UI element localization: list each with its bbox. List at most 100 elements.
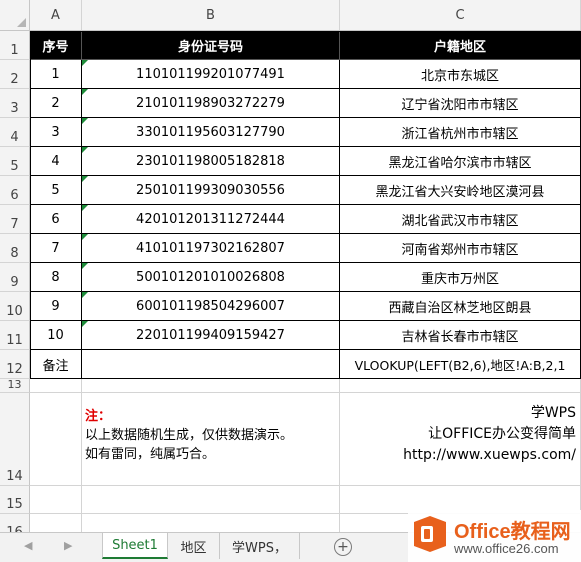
row-header-8[interactable]: 8 [0, 234, 30, 263]
scroll-tabs-right-icon[interactable]: ▶ [64, 539, 72, 552]
cell-id-number[interactable]: 420101201311272444 [82, 205, 340, 234]
note-text-block: 注： 以上数据随机生成，仅供数据演示。 如有雷同，纯属巧合。 [82, 393, 293, 464]
corner-triangle-icon [17, 18, 26, 27]
cell-region[interactable]: 浙江省杭州市市辖区 [340, 118, 581, 147]
cell-region[interactable]: 西藏自治区林芝地区朗县 [340, 292, 581, 321]
empty-cell[interactable] [30, 486, 82, 514]
empty-row: 13 [0, 379, 581, 393]
row-header-11[interactable]: 11 [0, 321, 30, 350]
cell-index[interactable]: 7 [30, 234, 82, 263]
note-line-1: 以上数据随机生成，仅供数据演示。 [85, 428, 294, 443]
cell-id-number-text: 210101198903272279 [136, 95, 285, 111]
select-all-corner[interactable] [0, 0, 30, 31]
text-number-indicator-icon [82, 147, 88, 153]
header-cell-id-number[interactable]: 身份证号码 [82, 31, 340, 60]
scroll-tabs-left-icon[interactable]: ◀ [24, 539, 32, 552]
row-header-9[interactable]: 9 [0, 263, 30, 292]
row-header-3[interactable]: 3 [0, 89, 30, 118]
cell-region[interactable]: 重庆市万州区 [340, 263, 581, 292]
table-row: 10 9 600101198504296007 西藏自治区林芝地区朗县 [0, 292, 581, 321]
cell-id-number[interactable]: 250101199309030556 [82, 176, 340, 205]
cell-index[interactable]: 2 [30, 89, 82, 118]
tab-sheet1[interactable]: Sheet1 [102, 533, 168, 559]
column-header-c[interactable]: C [340, 0, 581, 31]
tab-region[interactable]: 地区 [168, 533, 220, 559]
text-number-indicator-icon [82, 234, 88, 240]
tab-xuewps[interactable]: 学WPS， [220, 533, 300, 559]
brand-name: 学WPS [530, 405, 576, 421]
cell-id-number-text: 110101199201077491 [136, 66, 285, 82]
cell-region[interactable]: 湖北省武汉市市辖区 [340, 205, 581, 234]
cell-id-number-text: 250101199309030556 [136, 182, 285, 198]
header-cell-index[interactable]: 序号 [30, 31, 82, 60]
row-header-6[interactable]: 6 [0, 176, 30, 205]
row-header-15[interactable]: 15 [0, 486, 30, 514]
cell-index[interactable]: 10 [30, 321, 82, 350]
table-row: 8 7 410101197302162807 河南省郑州市市辖区 [0, 234, 581, 263]
empty-cell[interactable] [340, 379, 581, 393]
cell-remark-empty[interactable] [82, 350, 340, 379]
cell-index[interactable]: 5 [30, 176, 82, 205]
office-logo-icon [414, 516, 446, 552]
brand-text-block: 学WPS 让OFFICE办公变得简单 http://www.xuewps.com… [340, 393, 580, 466]
cell-id-number[interactable]: 230101198005182818 [82, 147, 340, 176]
column-header-b[interactable]: B [82, 0, 340, 31]
column-header-row: A B C [0, 0, 581, 31]
row-header-14[interactable]: 14 [0, 393, 30, 486]
row-header-10[interactable]: 10 [0, 292, 30, 321]
cell-index[interactable]: 8 [30, 263, 82, 292]
cell-id-number-text: 410101197302162807 [136, 240, 285, 256]
text-number-indicator-icon [82, 89, 88, 95]
row-header-2[interactable]: 2 [0, 60, 30, 89]
empty-cell[interactable] [82, 486, 340, 514]
watermark-url: www.office26.com [454, 541, 559, 556]
cell-id-number[interactable]: 600101198504296007 [82, 292, 340, 321]
cell-id-number-text: 420101201311272444 [136, 211, 285, 227]
cell-region[interactable]: 北京市东城区 [340, 60, 581, 89]
note-cell[interactable]: 注： 以上数据随机生成，仅供数据演示。 如有雷同，纯属巧合。 [82, 393, 340, 486]
row-header-1[interactable]: 1 [0, 31, 30, 60]
cell-index[interactable]: 3 [30, 118, 82, 147]
cell-region[interactable]: 河南省郑州市市辖区 [340, 234, 581, 263]
row-header-4[interactable]: 4 [0, 118, 30, 147]
text-number-indicator-icon [82, 118, 88, 124]
table-row: 3 2 210101198903272279 辽宁省沈阳市市辖区 [0, 89, 581, 118]
cell-remark-label[interactable]: 备注 [30, 350, 82, 379]
table-row: 7 6 420101201311272444 湖北省武汉市市辖区 [0, 205, 581, 234]
empty-cell[interactable] [82, 379, 340, 393]
cell-index[interactable]: 9 [30, 292, 82, 321]
table-row: 5 4 230101198005182818 黑龙江省哈尔滨市市辖区 [0, 147, 581, 176]
empty-cell[interactable] [30, 393, 82, 486]
cell-id-number[interactable]: 410101197302162807 [82, 234, 340, 263]
cell-region[interactable]: 黑龙江省大兴安岭地区漠河县 [340, 176, 581, 205]
cell-region[interactable]: 辽宁省沈阳市市辖区 [340, 89, 581, 118]
cell-index[interactable]: 1 [30, 60, 82, 89]
row-header-12[interactable]: 12 [0, 350, 30, 379]
cell-id-number[interactable]: 330101195603127790 [82, 118, 340, 147]
add-sheet-button[interactable]: + [334, 538, 352, 556]
watermark: Office教程网 www.office26.com [408, 510, 581, 562]
cell-id-number[interactable]: 110101199201077491 [82, 60, 340, 89]
text-number-indicator-icon [82, 205, 88, 211]
cell-id-number[interactable]: 210101198903272279 [82, 89, 340, 118]
cell-id-number-text: 330101195603127790 [136, 124, 285, 140]
row-header-13[interactable]: 13 [0, 379, 30, 393]
empty-cell[interactable] [30, 379, 82, 393]
brand-slogan: 让OFFICE办公变得简单 [428, 426, 576, 442]
cell-id-number-text: 230101198005182818 [136, 153, 285, 169]
cell-id-number[interactable]: 220101199409159427 [82, 321, 340, 350]
cell-index[interactable]: 6 [30, 205, 82, 234]
cell-id-number[interactable]: 500101201010026808 [82, 263, 340, 292]
cell-region[interactable]: 黑龙江省哈尔滨市市辖区 [340, 147, 581, 176]
row-header-7[interactable]: 7 [0, 205, 30, 234]
column-header-a[interactable]: A [30, 0, 82, 31]
cell-region[interactable]: 吉林省长春市市辖区 [340, 321, 581, 350]
cell-formula-text[interactable]: VLOOKUP(LEFT(B2,6),地区!A:B,2,1 [340, 350, 581, 379]
table-row: 6 5 250101199309030556 黑龙江省大兴安岭地区漠河县 [0, 176, 581, 205]
text-number-indicator-icon [82, 292, 88, 298]
brand-url: http://www.xuewps.com/ [403, 447, 576, 463]
row-header-5[interactable]: 5 [0, 147, 30, 176]
cell-index[interactable]: 4 [30, 147, 82, 176]
brand-cell[interactable]: 学WPS 让OFFICE办公变得简单 http://www.xuewps.com… [340, 393, 581, 486]
header-cell-region[interactable]: 户籍地区 [340, 31, 581, 60]
